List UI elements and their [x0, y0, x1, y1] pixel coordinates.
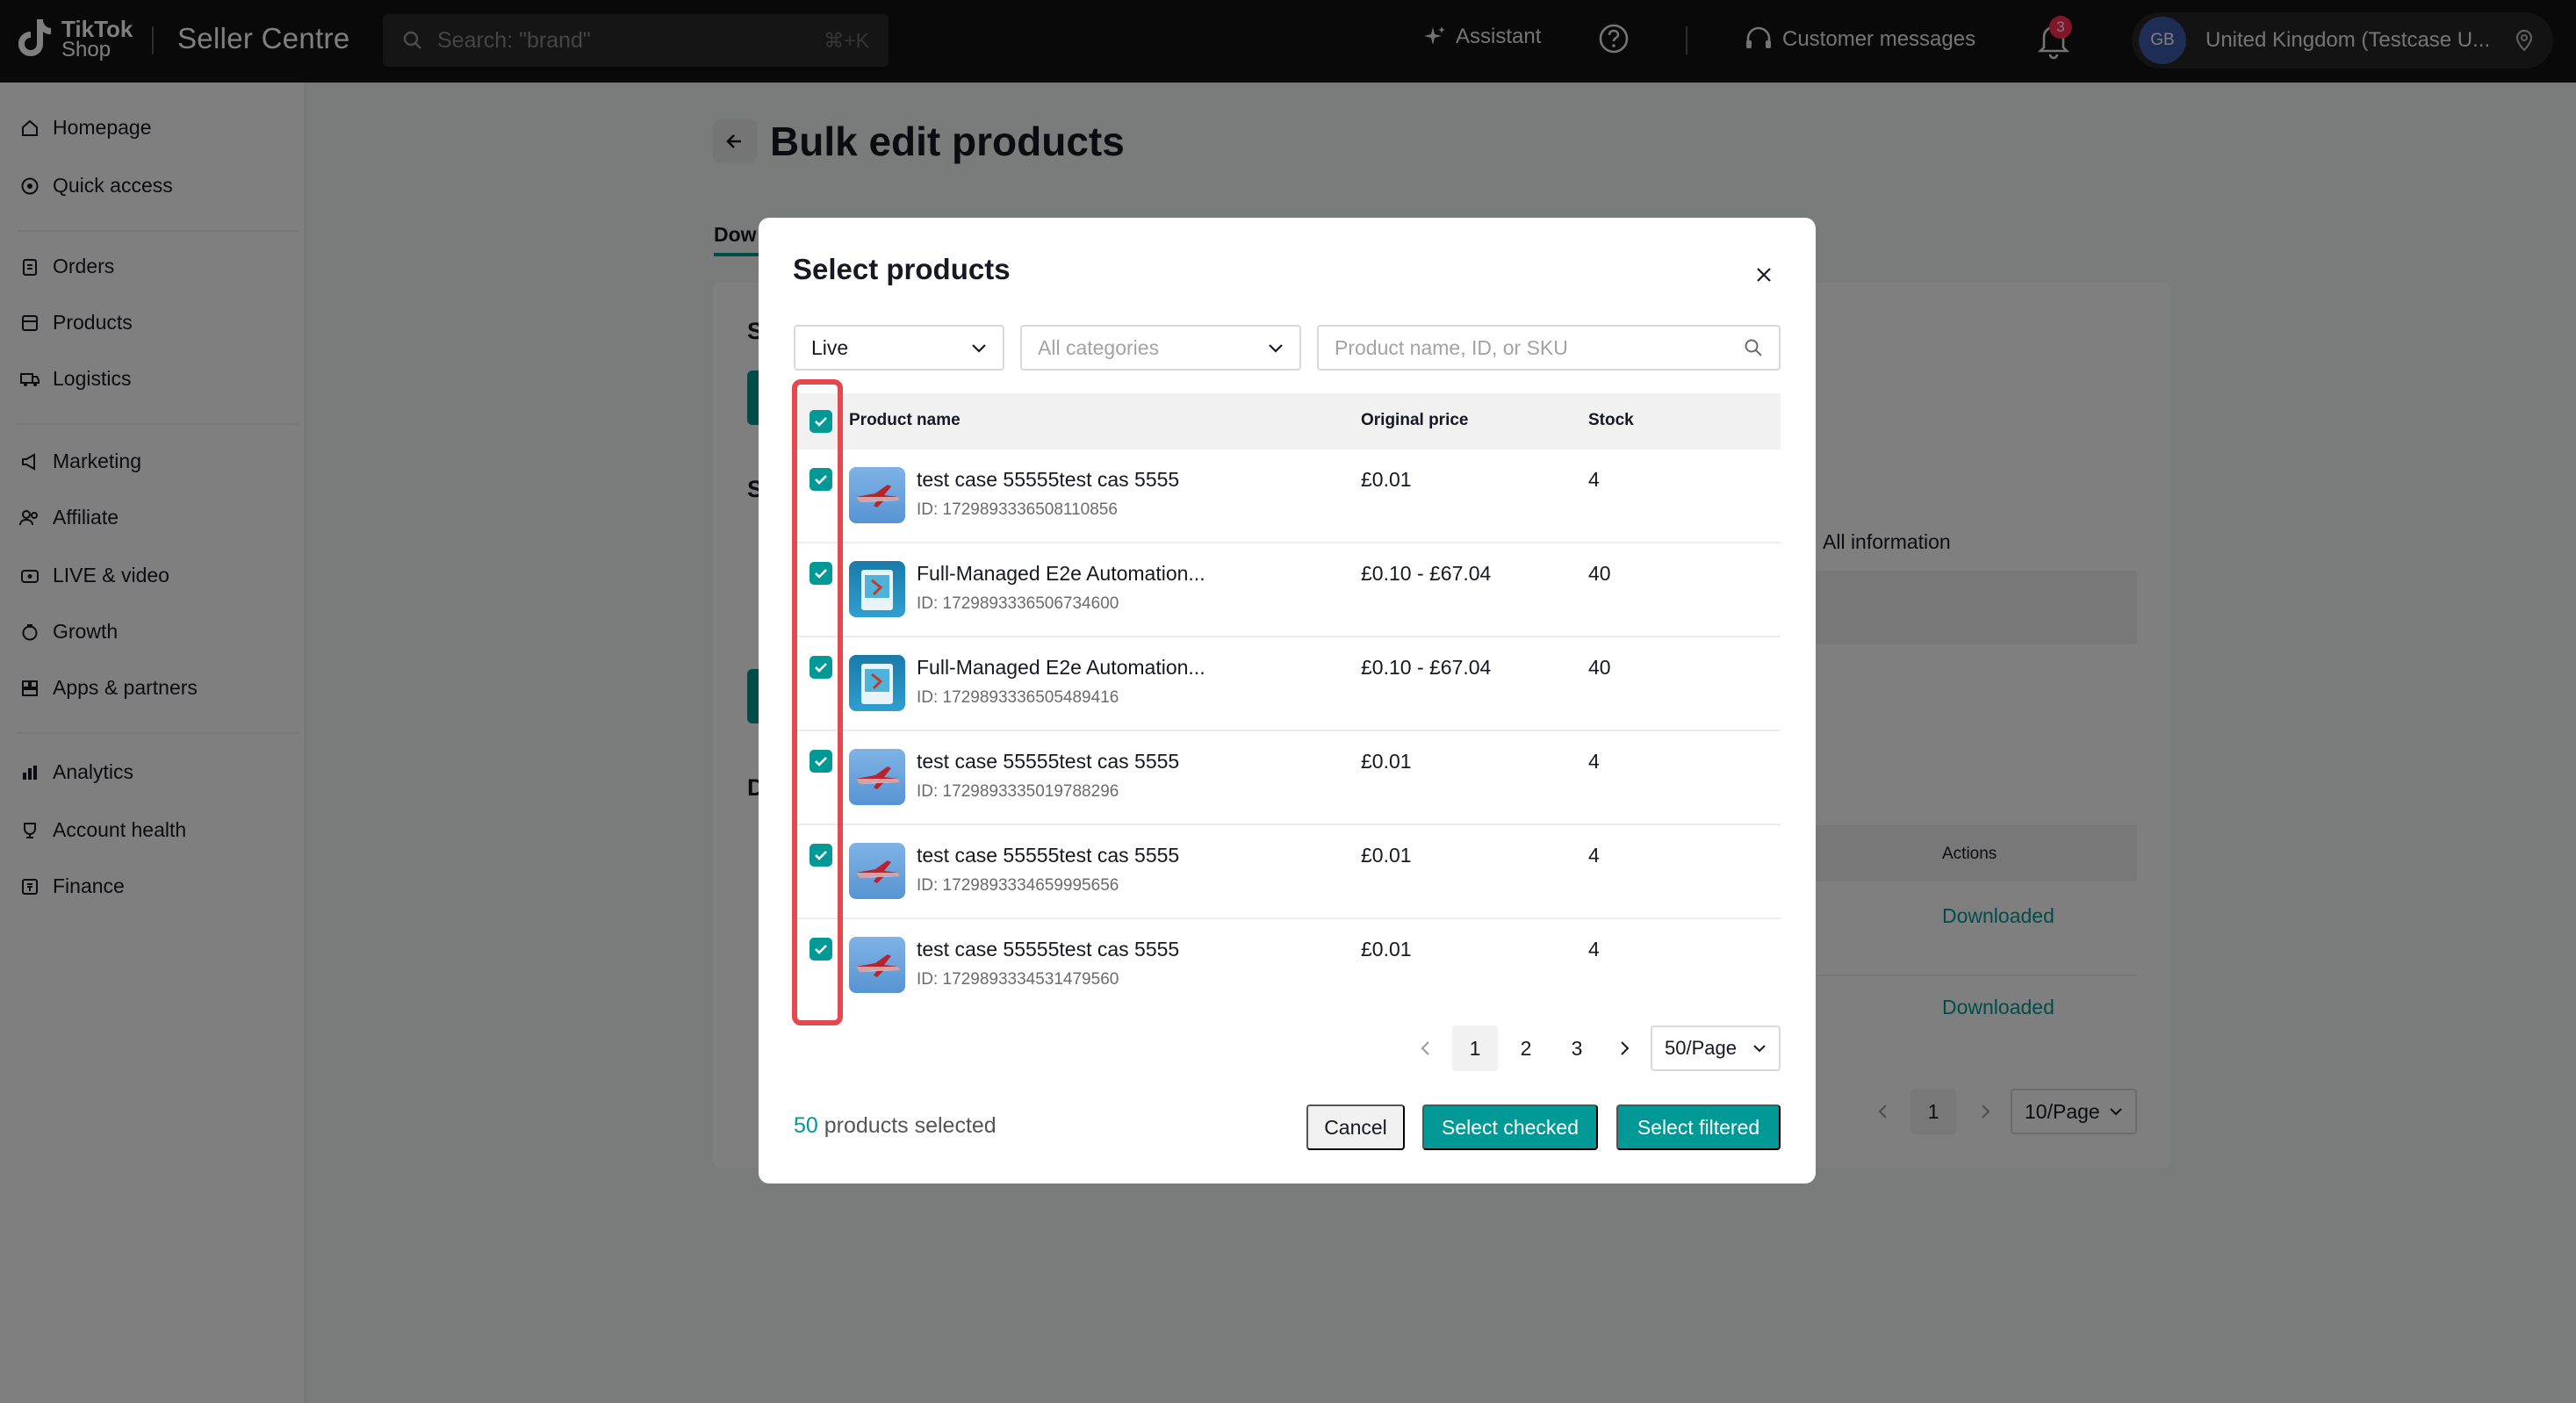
select-products-modal: Select products Live All categories Prod… — [759, 218, 1816, 1184]
select-checked-button[interactable]: Select checked — [1422, 1104, 1598, 1150]
product-name: test case 55555test cas 5555 — [917, 750, 1180, 773]
product-thumbnail — [849, 467, 905, 523]
search-icon — [1745, 339, 1762, 356]
product-thumbnail — [849, 937, 905, 993]
product-price: £0.01 — [1361, 468, 1412, 491]
selected-count-text: 50 products selected — [794, 1113, 997, 1139]
modal-title: Select products — [793, 253, 1011, 285]
chevron-left-icon — [1421, 1041, 1429, 1055]
table-row[interactable] — [794, 731, 1781, 825]
table-row[interactable] — [794, 637, 1781, 731]
cancel-button[interactable]: Cancel — [1306, 1104, 1405, 1150]
checkbox-column-highlight — [792, 379, 843, 1025]
product-search-input[interactable]: Product name, ID, or SKU — [1317, 325, 1781, 371]
next-page-button[interactable] — [1607, 1025, 1642, 1071]
chevron-down-icon — [1269, 344, 1283, 353]
category-filter-placeholder: All categories — [1038, 335, 1160, 359]
status-filter-value: Live — [811, 335, 849, 359]
status-filter-select[interactable]: Live — [794, 325, 1004, 371]
table-row[interactable] — [794, 450, 1781, 543]
product-thumbnail — [849, 655, 905, 711]
close-button[interactable] — [1749, 260, 1779, 290]
product-id: ID: 1729893335019788296 — [917, 782, 1119, 801]
column-header-product-name: Product name — [849, 411, 961, 429]
page-size-select[interactable]: 50/Page — [1651, 1025, 1781, 1071]
product-stock: 4 — [1588, 938, 1600, 961]
product-name: Full-Managed E2e Automation... — [917, 562, 1205, 585]
product-thumbnail — [849, 749, 905, 805]
product-stock: 4 — [1588, 750, 1600, 773]
product-name: Full-Managed E2e Automation... — [917, 656, 1205, 679]
product-search-placeholder: Product name, ID, or SKU — [1335, 335, 1568, 359]
product-id: ID: 1729893336505489416 — [917, 688, 1119, 707]
page-3-button[interactable]: 3 — [1554, 1025, 1600, 1071]
close-icon — [1757, 268, 1771, 282]
product-price: £0.01 — [1361, 938, 1412, 961]
product-id: ID: 1729893334531479560 — [917, 970, 1119, 989]
table-row[interactable] — [794, 543, 1781, 637]
select-filtered-button[interactable]: Select filtered — [1616, 1104, 1781, 1150]
page-1-button[interactable]: 1 — [1452, 1025, 1498, 1071]
table-row[interactable] — [794, 919, 1781, 1013]
selected-count-suffix: products selected — [817, 1113, 997, 1138]
product-price: £0.10 - £67.04 — [1361, 656, 1492, 679]
product-price: £0.10 - £67.04 — [1361, 562, 1492, 585]
column-header-stock: Stock — [1588, 411, 1634, 429]
product-stock: 40 — [1588, 656, 1611, 679]
product-id: ID: 1729893336506734600 — [917, 594, 1119, 613]
product-id: ID: 1729893334659995656 — [917, 876, 1119, 895]
selected-count: 50 — [794, 1113, 818, 1138]
table-row[interactable] — [794, 825, 1781, 919]
product-id: ID: 1729893336508110856 — [917, 500, 1118, 519]
product-name: test case 55555test cas 5555 — [917, 844, 1180, 867]
product-thumbnail — [849, 843, 905, 899]
category-filter-select[interactable]: All categories — [1020, 325, 1301, 371]
chevron-right-icon — [1621, 1041, 1630, 1055]
product-price: £0.01 — [1361, 750, 1412, 773]
chevron-down-icon — [1753, 1045, 1766, 1053]
product-name: test case 55555test cas 5555 — [917, 468, 1180, 491]
product-stock: 40 — [1588, 562, 1611, 585]
product-stock: 4 — [1588, 844, 1600, 867]
page-size-value: 50/Page — [1665, 1037, 1737, 1059]
product-stock: 4 — [1588, 468, 1600, 491]
product-price: £0.01 — [1361, 844, 1412, 867]
column-header-original-price: Original price — [1361, 411, 1469, 429]
chevron-down-icon — [972, 344, 986, 353]
product-name: test case 55555test cas 5555 — [917, 938, 1180, 961]
product-thumbnail — [849, 561, 905, 617]
page-2-button[interactable]: 2 — [1503, 1025, 1549, 1071]
prev-page-button[interactable] — [1408, 1025, 1443, 1071]
